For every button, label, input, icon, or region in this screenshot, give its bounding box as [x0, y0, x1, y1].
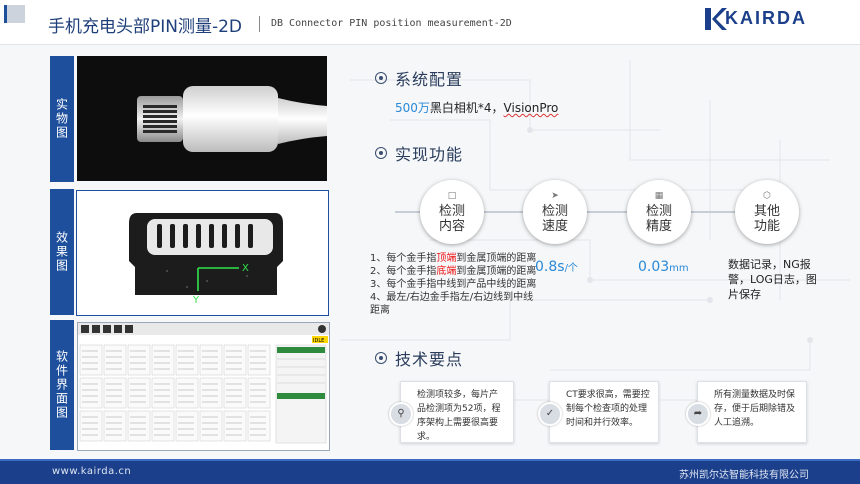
detection-item-3: 3、每个金手指中线到产品中线的距离 [370, 279, 537, 290]
footer-company: 苏州凯尔达智能科技有限公司 [679, 470, 809, 481]
software-result-cell [79, 344, 103, 376]
software-result-cell [79, 377, 103, 409]
software-result-cell [103, 344, 127, 376]
circle-other-functions: ⬡ 其他功能 [735, 180, 799, 244]
other-functions-text: 数据记录，NG报警，LOG日志，图片保存 [728, 258, 817, 301]
header-mark-icon [4, 5, 25, 23]
software-result-cell [127, 344, 151, 376]
software-result-cell [223, 410, 247, 442]
tech-card-3: ➦ 所有测量数据及时保存，便于后期除错及人工追溯。 [686, 381, 807, 443]
side-label-software: 软件界面图 [50, 320, 74, 450]
software-result-cell [175, 410, 199, 442]
software-result-cell [151, 377, 175, 409]
footer-website: www.kairda.cn [52, 466, 132, 477]
config-title: 系统配置 [395, 70, 464, 89]
tech-card-1-text: 检测项较多，每片产品检测项为52项，程序架构上需要很高要求。 [417, 390, 501, 442]
detection-item-4: 4、最左/右边金手指左/右边线到中线距离 [370, 292, 534, 316]
camera-desc: 黑白相机*4， [429, 101, 504, 115]
camera-resolution: 500万 [395, 101, 430, 115]
tech-title: 技术要点 [395, 350, 464, 369]
software-result-cell [103, 410, 127, 442]
software-result-cell [223, 377, 247, 409]
software-result-cell [199, 410, 223, 442]
config-line: 500万黑白相机*4，VisionPro [395, 99, 558, 116]
plane-icon: ➤ [551, 190, 559, 201]
tech-card-1: ⚲ 检测项较多，每片产品检测项为52项，程序架构上需要很高要求。 [389, 381, 514, 443]
footer-bar: www.kairda.cn 苏州凯尔达智能科技有限公司 [0, 459, 860, 484]
config-bullet-icon [375, 72, 387, 84]
search-icon: ⚲ [389, 402, 413, 426]
circle-detect-speed: ➤ 检测速度 [523, 180, 587, 244]
product-photo [77, 56, 327, 181]
document-icon: □ [447, 190, 457, 201]
software-result-cell [103, 377, 127, 409]
svg-text:Y: Y [192, 295, 200, 306]
page-title: 手机充电头部PIN测量-2D [48, 17, 243, 37]
speed-value: 0.8s/个 [535, 259, 578, 275]
title-divider [259, 16, 260, 32]
tech-card-2-text: CT要求很高，需要控制每个检查项的处理时间和并行效率。 [566, 390, 650, 428]
page-subtitle: DB Connector PIN position measurement-2D [271, 18, 512, 29]
cube-icon: ⬡ [763, 190, 771, 201]
svg-text:X: X [242, 263, 249, 274]
software-result-cell [199, 344, 223, 376]
software-result-cell [151, 344, 175, 376]
circle-label-precision: 检测精度 [645, 203, 672, 234]
software-result-cell [151, 410, 175, 442]
circle-label-speed: 检测速度 [541, 203, 568, 234]
section-tech: 技术要点 [375, 346, 463, 370]
software-result-cell [127, 410, 151, 442]
ruler-icon: ▦ [654, 190, 664, 201]
software-result-cell [175, 377, 199, 409]
software-result-cell [127, 377, 151, 409]
detection-item-2: 2、每个金手指底端到金属顶端的距离 [370, 266, 537, 277]
software-name: VisionPro [503, 101, 559, 115]
tech-card-2: ✓ CT要求很高，需要控制每个检查项的处理时间和并行效率。 [538, 381, 659, 443]
software-result-cell [247, 410, 271, 442]
precision-value: 0.03mm [638, 259, 689, 275]
section-config: 系统配置 [375, 66, 463, 90]
software-screenshot: IDLE [77, 322, 330, 451]
share-icon: ➦ [686, 402, 710, 426]
circle-label-other: 其他功能 [753, 203, 780, 234]
side-label-result: 效果图 [50, 189, 74, 315]
software-result-cell [223, 344, 247, 376]
detection-items-list: 1、每个金手指顶端到金属顶端的距离 2、每个金手指底端到金属顶端的距离 3、每个… [370, 252, 540, 317]
section-functions: 实现功能 [375, 141, 463, 165]
software-result-cell [199, 377, 223, 409]
functions-title: 实现功能 [395, 145, 464, 164]
detection-item-1: 1、每个金手指顶端到金属顶端的距离 [370, 253, 537, 264]
check-icon: ✓ [538, 402, 562, 426]
software-result-cell [79, 410, 103, 442]
footer-strip [0, 459, 860, 461]
side-label-photo: 实物图 [50, 56, 74, 182]
software-result-cell [175, 344, 199, 376]
circle-detect-precision: ▦ 检测精度 [627, 180, 691, 244]
software-result-cell [247, 344, 271, 376]
software-status: IDLE [313, 338, 324, 344]
result-image: X Y [76, 190, 329, 316]
software-result-cell [247, 377, 271, 409]
tech-card-3-text: 所有测量数据及时保存，便于后期除错及人工追溯。 [714, 390, 796, 428]
header-bar: 手机充电头部PIN测量-2D DB Connector PIN position… [0, 0, 860, 45]
tech-bullet-icon [375, 352, 387, 364]
functions-bullet-icon [375, 147, 387, 159]
circle-label-content: 检测内容 [438, 203, 465, 234]
logo-text: KAIRDA [725, 8, 807, 28]
circle-detect-content: □ 检测内容 [420, 180, 484, 244]
